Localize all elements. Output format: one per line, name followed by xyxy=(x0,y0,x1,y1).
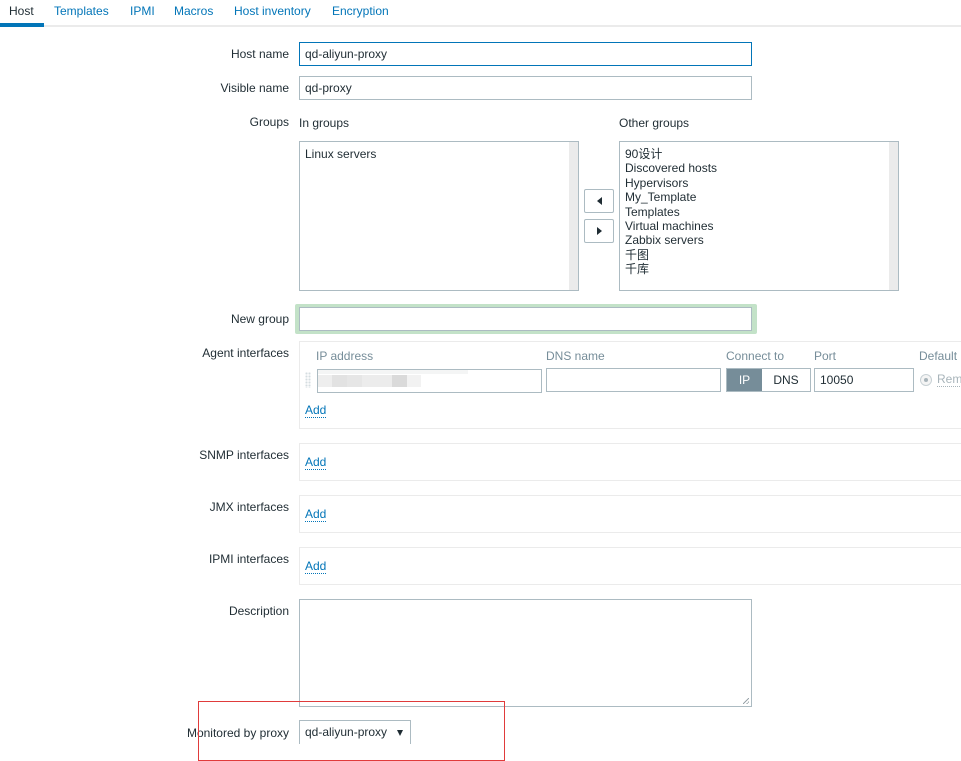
redacted-ip xyxy=(332,375,347,387)
connect-to-header: Connect to xyxy=(726,349,785,363)
group-option[interactable]: Zabbix servers xyxy=(625,233,717,247)
dns-name-input[interactable] xyxy=(546,368,721,392)
snmp-interfaces-label: SNMP interfaces xyxy=(199,448,289,462)
description-label: Description xyxy=(228,604,289,618)
tab-macros[interactable]: Macros xyxy=(174,4,213,18)
visible-name-input[interactable] xyxy=(299,76,752,100)
other-groups-label: Other groups xyxy=(619,116,690,130)
tab-host[interactable]: Host xyxy=(9,4,34,18)
groups-label: Groups xyxy=(249,115,289,129)
group-option[interactable]: Discovered hosts xyxy=(625,161,717,175)
ipmi-interfaces-box: Add xyxy=(299,547,961,585)
jmx-add-link[interactable]: Add xyxy=(305,508,327,522)
new-group-input[interactable] xyxy=(299,307,752,331)
ipmi-interfaces-label: IPMI interfaces xyxy=(208,552,289,566)
in-groups-items: Linux servers xyxy=(305,147,376,161)
tab-encryption[interactable]: Encryption xyxy=(332,4,389,18)
visible-name-label: Visible name xyxy=(220,81,289,95)
agent-interfaces-box: IP address DNS name Connect to Port Defa… xyxy=(299,341,961,429)
in-groups-listbox[interactable]: Linux servers xyxy=(299,141,579,291)
connect-to-toggle: IP DNS xyxy=(726,368,811,392)
port-header: Port xyxy=(814,349,837,363)
proxy-select[interactable]: qd-aliyun-proxy xyxy=(299,720,411,744)
other-groups-items: 90设计 Discovered hosts Hypervisors My_Templa… xyxy=(625,147,717,277)
other-groups-listbox[interactable]: 90设计 Discovered hosts Hypervisors My_Templa… xyxy=(619,141,899,291)
group-option[interactable]: 千库 xyxy=(625,262,717,276)
move-left-button[interactable] xyxy=(584,189,614,213)
group-option[interactable]: Linux servers xyxy=(305,147,376,161)
ip-address-header: IP address xyxy=(316,349,374,363)
snmp-interfaces-box: Add xyxy=(299,443,961,481)
jmx-interfaces-box: Add xyxy=(299,495,961,533)
host-name-label: Host name xyxy=(230,47,289,61)
monitored-by-proxy-label: Monitored by proxy xyxy=(186,726,289,740)
redacted-ip xyxy=(318,375,332,387)
jmx-interfaces-label: JMX interfaces xyxy=(209,500,289,514)
redacted-ip xyxy=(318,370,468,374)
tab-ipmi[interactable]: IPMI xyxy=(130,4,155,18)
new-group-highlight xyxy=(295,304,757,334)
host-name-input[interactable] xyxy=(299,42,752,66)
remove-link[interactable]: Rem xyxy=(937,373,961,387)
triangle-left-icon xyxy=(596,197,602,205)
description-textarea[interactable] xyxy=(299,599,752,707)
resize-handle-icon[interactable] xyxy=(743,698,749,704)
redacted-ip xyxy=(362,375,392,387)
move-right-button[interactable] xyxy=(584,219,614,243)
connect-ip-button[interactable]: IP xyxy=(727,369,762,391)
agent-add-link[interactable]: Add xyxy=(305,404,327,418)
tab-templates[interactable]: Templates xyxy=(54,4,109,18)
group-option[interactable]: Templates xyxy=(625,205,717,219)
other-groups-scrollbar[interactable] xyxy=(889,142,898,290)
group-option[interactable]: My_Template xyxy=(625,190,717,204)
group-option[interactable]: Virtual machines xyxy=(625,219,717,233)
group-option[interactable]: 90设计 xyxy=(625,147,717,161)
redacted-ip xyxy=(392,375,407,387)
redacted-ip xyxy=(407,375,421,387)
new-group-label: New group xyxy=(230,312,289,326)
in-groups-scrollbar[interactable] xyxy=(569,142,578,290)
triangle-right-icon xyxy=(596,227,602,235)
connect-dns-button[interactable]: DNS xyxy=(762,369,810,391)
snmp-add-link[interactable]: Add xyxy=(305,456,327,470)
default-radio[interactable] xyxy=(920,374,932,386)
drag-handle-icon[interactable] xyxy=(305,372,311,388)
port-input[interactable] xyxy=(814,368,914,392)
ipmi-add-link[interactable]: Add xyxy=(305,560,327,574)
redacted-ip xyxy=(347,375,362,387)
group-option[interactable]: 千图 xyxy=(625,248,717,262)
tab-bar: Host Templates IPMI Macros Host inventor… xyxy=(0,0,961,27)
active-tab-indicator xyxy=(0,23,44,27)
proxy-select-value: qd-aliyun-proxy xyxy=(305,725,388,739)
in-groups-label: In groups xyxy=(299,116,350,130)
dropdown-caret-icon xyxy=(397,730,403,736)
dns-name-header: DNS name xyxy=(546,349,605,363)
default-header: Default xyxy=(919,349,958,363)
group-option[interactable]: Hypervisors xyxy=(625,176,717,190)
tab-host-inventory[interactable]: Host inventory xyxy=(234,4,311,18)
ip-address-input[interactable] xyxy=(317,369,542,393)
agent-interfaces-label: Agent interfaces xyxy=(202,346,289,360)
